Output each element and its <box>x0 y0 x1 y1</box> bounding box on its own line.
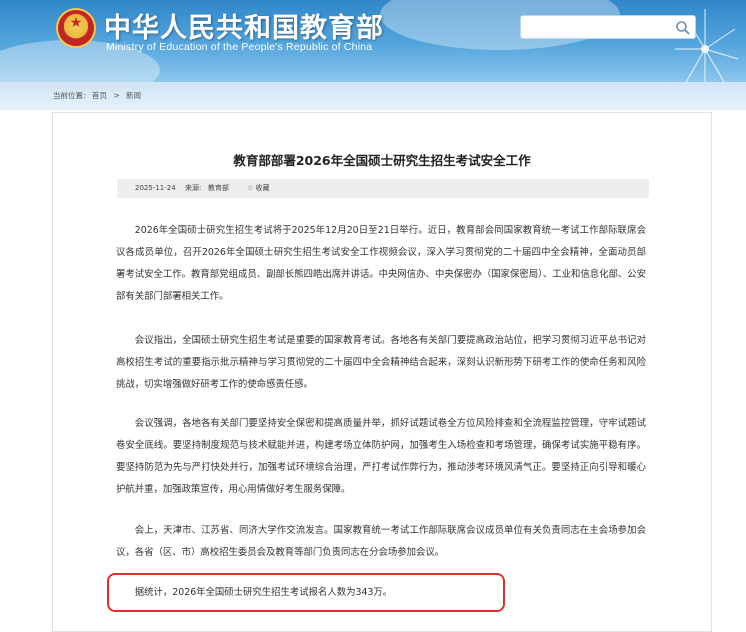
favorite-label: 收藏 <box>255 184 270 192</box>
breadcrumb-current-label: 当前位置: <box>53 91 86 100</box>
search-box <box>520 15 696 39</box>
article-title: 教育部部署2026年全国硕士研究生招生考试安全工作 <box>233 153 531 168</box>
national-emblem-icon: ★ <box>56 8 96 48</box>
article-paragraph: 会上，天津市、江苏省、同济大学作交流发言。国家教育统一考试工作部际联席会议成员单… <box>116 525 646 558</box>
article-date: 2025-11-24 <box>135 184 176 192</box>
breadcrumb-link-news[interactable]: 新闻 <box>126 91 141 100</box>
article-paragraph: 会议指出，全国硕士研究生招生考试是重要的国家教育考试。各地各有关部门要提高政治站… <box>116 335 646 390</box>
site-header: ★ 中华人民共和国教育部 Ministry of Education of th… <box>0 0 746 82</box>
search-icon[interactable] <box>674 19 692 37</box>
site-subtitle: Ministry of Education of the People's Re… <box>106 41 373 53</box>
breadcrumb-separator-icon: > <box>113 91 120 100</box>
star-icon: ☆ <box>247 184 254 192</box>
highlight-annotation-box <box>107 573 505 612</box>
article-meta-bar: 2025-11-24 来源: 教育部 ☆ 收藏 <box>117 179 649 198</box>
site-title[interactable]: 中华人民共和国教育部 <box>104 6 384 45</box>
breadcrumb-link-home[interactable]: 首页 <box>92 91 107 100</box>
breadcrumb: 当前位置: 首页 > 新闻 <box>53 90 145 102</box>
article-paragraph: 会议强调，各地各有关部门要坚持安全保密和提高质量并举，抓好试题试卷全方位风险排查… <box>116 418 646 495</box>
search-input[interactable] <box>527 19 671 37</box>
article-source: 教育部 <box>208 184 229 192</box>
article-source-label: 来源: <box>185 184 202 192</box>
article-paragraph: 2026年全国硕士研究生招生考试将于2025年12月20日至21日举行。近日，教… <box>116 225 646 302</box>
favorite-button[interactable]: ☆ 收藏 <box>247 179 270 198</box>
